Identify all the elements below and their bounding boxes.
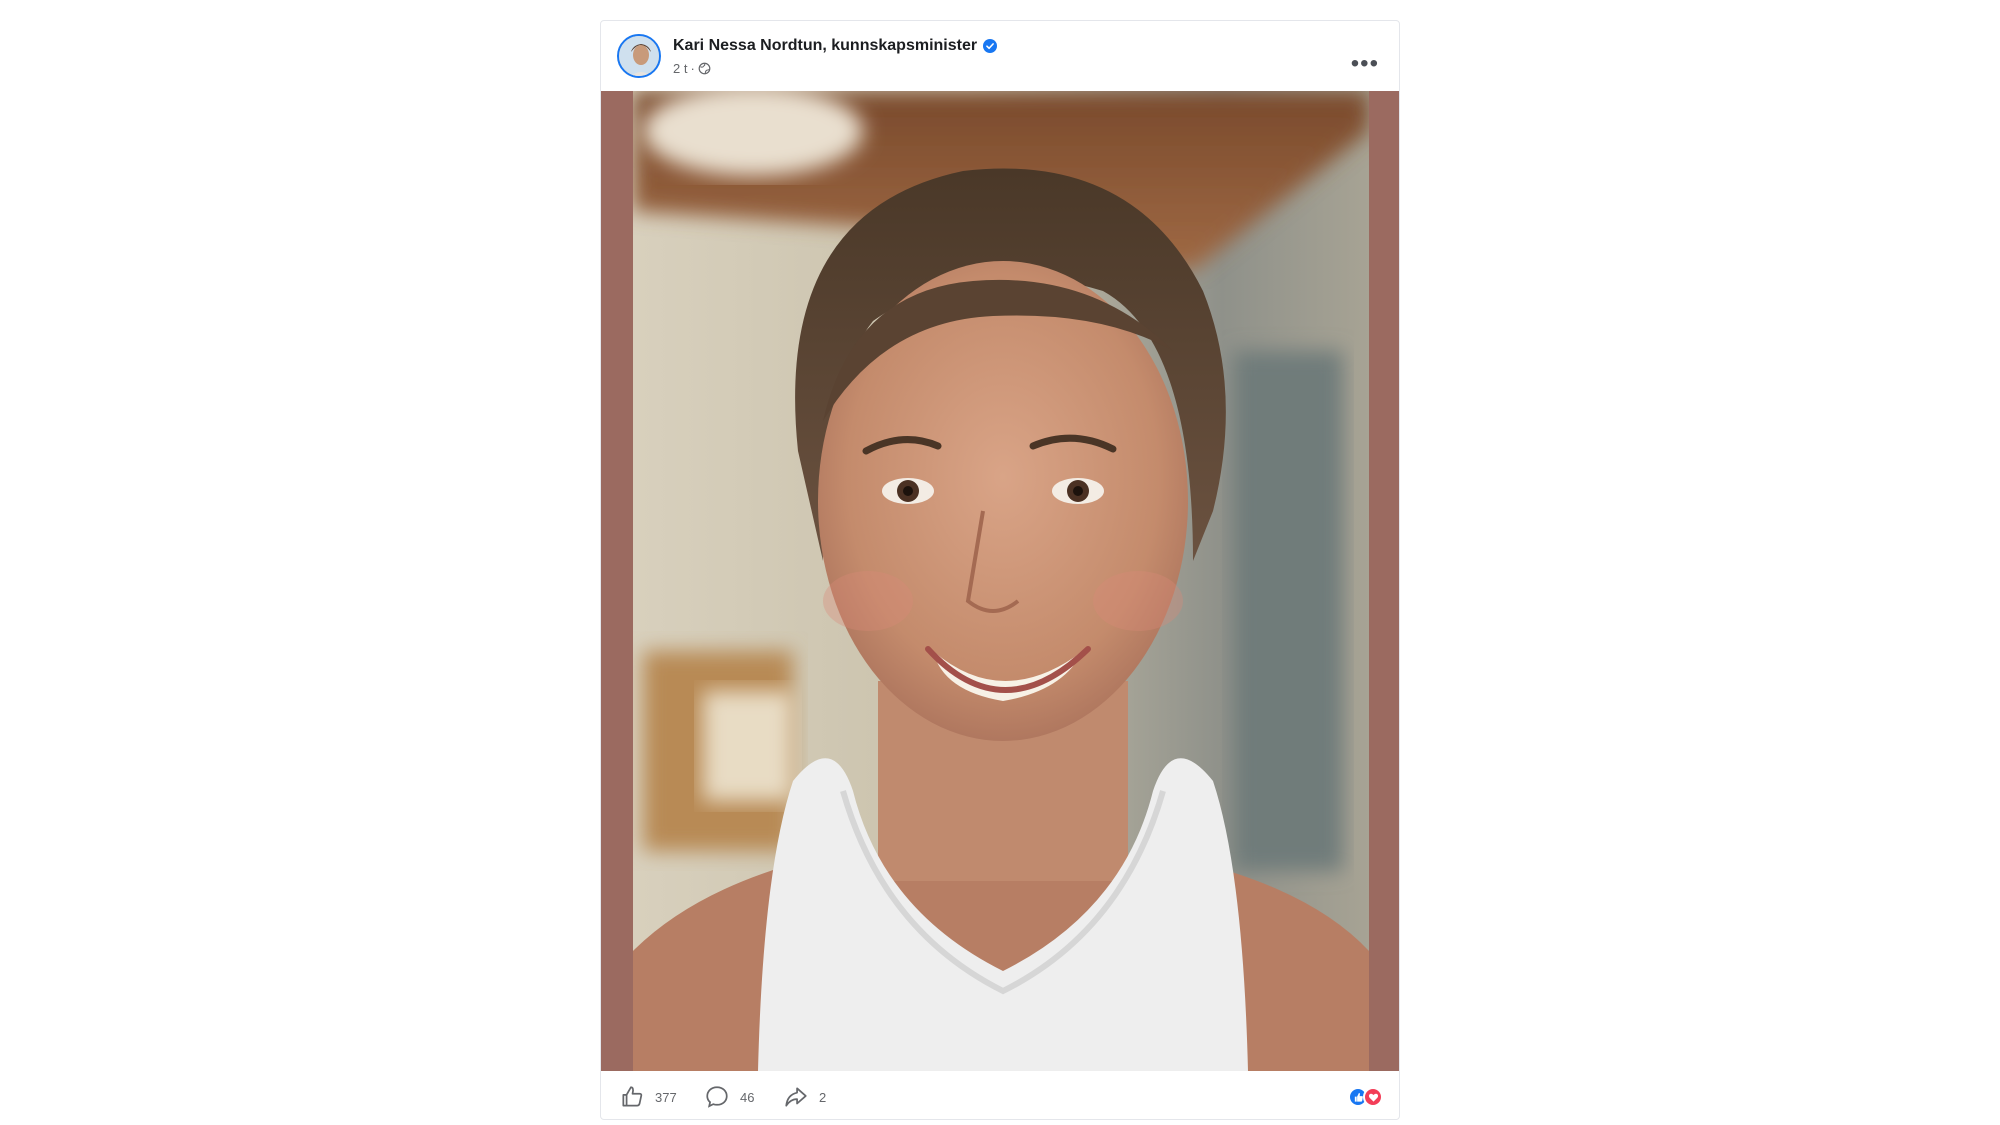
- portrait-photo-illustration: [633, 91, 1369, 1071]
- meta-separator: ·: [690, 61, 695, 76]
- globe-icon[interactable]: [698, 62, 711, 75]
- post-time[interactable]: 2 t: [673, 61, 687, 76]
- like-button[interactable]: 377: [619, 1084, 677, 1110]
- like-count: 377: [655, 1089, 677, 1105]
- share-arrow-icon: [785, 1087, 807, 1107]
- author-avatar[interactable]: [617, 34, 661, 78]
- author-line: Kari Nessa Nordtun, kunnskapsminister: [673, 37, 998, 55]
- verified-badge-icon: [983, 39, 998, 53]
- share-count: 2: [819, 1089, 827, 1105]
- post-header: Kari Nessa Nordtun, kunnskapsminister 2 …: [601, 21, 1399, 91]
- post-footer: 377 46 2: [601, 1071, 1399, 1119]
- facebook-post-card: Kari Nessa Nordtun, kunnskapsminister 2 …: [600, 20, 1400, 1120]
- share-button[interactable]: 2: [783, 1084, 826, 1110]
- thumbs-up-icon: [622, 1086, 643, 1107]
- more-options-button[interactable]: •••: [1351, 52, 1379, 76]
- comment-button[interactable]: 46: [704, 1084, 754, 1110]
- post-meta: 2 t ·: [673, 61, 711, 76]
- avatar-portrait-icon: [619, 36, 659, 76]
- post-photo-frame: [601, 91, 1399, 1071]
- post-photo[interactable]: [633, 91, 1369, 1071]
- comment-count: 46: [740, 1089, 755, 1105]
- like-reaction-glyph: [1354, 1092, 1363, 1102]
- love-reaction-icon: [1363, 1087, 1383, 1107]
- comment-bubble-icon: [706, 1086, 728, 1108]
- reaction-summary[interactable]: [1348, 1087, 1383, 1107]
- love-reaction-glyph: [1368, 1093, 1378, 1102]
- author-name[interactable]: Kari Nessa Nordtun, kunnskapsminister: [673, 37, 977, 55]
